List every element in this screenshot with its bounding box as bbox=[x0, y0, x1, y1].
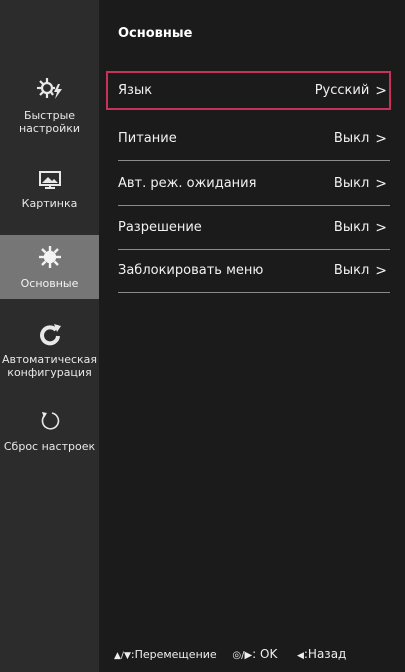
sidebar-item-label: Быстрые настройки bbox=[18, 109, 81, 135]
menu-item-label: Авт. реж. ожидания bbox=[118, 176, 257, 191]
sidebar-item-label: Сброс настроек bbox=[3, 440, 96, 453]
main-panel: Основные Язык Русский > Питание Выкл > А… bbox=[99, 0, 405, 672]
menu-item-power[interactable]: Питание Выкл > bbox=[106, 119, 391, 158]
sidebar-item-reset[interactable]: Сброс настроек bbox=[0, 409, 99, 473]
menu-item-lock-menu[interactable]: Заблокировать меню Выкл > bbox=[106, 251, 391, 290]
gear-icon bbox=[37, 244, 63, 273]
sidebar-item-auto-config[interactable]: Автоматическая конфигурация bbox=[0, 322, 99, 392]
ok-button-icon: ◎/▶ bbox=[232, 650, 253, 661]
chevron-right-icon: > bbox=[375, 219, 387, 236]
sidebar-item-general[interactable]: Основные bbox=[0, 235, 99, 299]
back-arrow-icon: ◀ bbox=[296, 651, 304, 661]
picture-icon bbox=[37, 170, 63, 193]
sidebar-item-label: Основные bbox=[20, 277, 79, 290]
ok-hint: : OK bbox=[252, 647, 278, 661]
menu-item-auto-standby[interactable]: Авт. реж. ожидания Выкл > bbox=[106, 164, 391, 203]
menu-item-value: Выкл bbox=[333, 263, 370, 278]
sidebar-item-picture[interactable]: Картинка bbox=[0, 170, 99, 220]
footer-hints: ▲/▼:Перемещение ◎/▶: OK ◀:Назад bbox=[114, 647, 404, 661]
menu-item-resolution[interactable]: Разрешение Выкл > bbox=[106, 208, 391, 247]
sidebar-item-label: Автоматическая конфигурация bbox=[1, 353, 98, 379]
menu-item-label: Питание bbox=[118, 131, 177, 146]
menu-item-value: Русский bbox=[314, 83, 370, 98]
menu-item-value: Выкл bbox=[333, 176, 370, 191]
chevron-right-icon: > bbox=[375, 175, 387, 192]
divider bbox=[118, 160, 390, 161]
back-hint: :Назад bbox=[303, 647, 347, 661]
reset-icon bbox=[38, 409, 62, 436]
page-title: Основные bbox=[118, 26, 193, 41]
divider bbox=[118, 292, 390, 293]
chevron-right-icon: > bbox=[375, 130, 387, 147]
menu-item-label: Язык bbox=[118, 83, 153, 98]
sidebar-item-quick-settings[interactable]: Быстрые настройки bbox=[0, 76, 99, 140]
menu-item-value: Выкл bbox=[333, 131, 370, 146]
quick-settings-icon bbox=[36, 76, 64, 105]
divider bbox=[118, 249, 390, 250]
chevron-right-icon: > bbox=[375, 82, 387, 99]
menu-item-label: Разрешение bbox=[118, 220, 202, 235]
auto-config-icon bbox=[37, 322, 63, 349]
divider bbox=[118, 205, 390, 206]
sidebar-item-label: Картинка bbox=[21, 197, 78, 210]
move-hint: :Перемещение bbox=[130, 648, 217, 661]
up-down-arrows-icon: ▲/▼ bbox=[114, 651, 131, 661]
osd-menu: Быстрые настройки Картинка Основные Авто… bbox=[0, 0, 405, 672]
sidebar: Быстрые настройки Картинка Основные Авто… bbox=[0, 0, 99, 672]
menu-item-value: Выкл bbox=[333, 220, 370, 235]
menu-item-label: Заблокировать меню bbox=[118, 263, 264, 278]
menu-item-language[interactable]: Язык Русский > bbox=[106, 71, 391, 110]
chevron-right-icon: > bbox=[375, 262, 387, 279]
